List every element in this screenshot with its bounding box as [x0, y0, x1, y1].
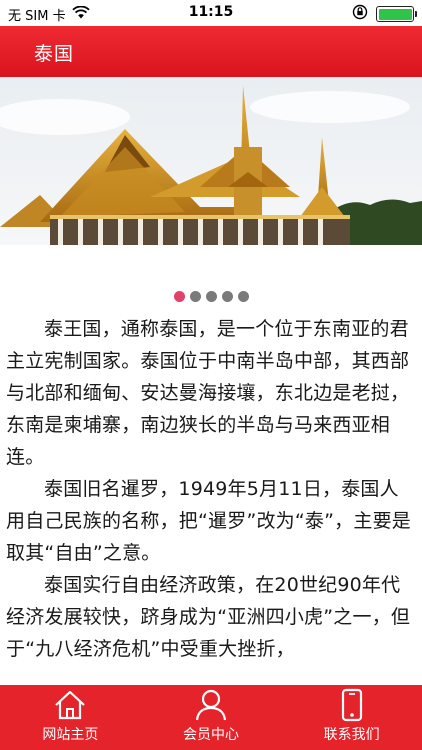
tab-home-label: 网站主页	[42, 727, 99, 743]
battery-level	[378, 8, 412, 20]
carousel-dot[interactable]	[237, 291, 249, 302]
status-bar: 无 SIM 卡 11:15	[0, 0, 422, 26]
page-title: 泰国	[34, 43, 75, 65]
phone-icon	[341, 688, 362, 722]
paragraph-history: 泰国旧名暹罗，1949年5月11日，泰国人用自己民族的名称，把“暹罗”改为“泰”…	[6, 478, 411, 564]
tab-member-label: 会员中心	[183, 727, 239, 743]
article-body: 泰王国，通称泰国，是一个位于东南亚的君主立宪制国家。泰国位于中南半岛中部，其西部…	[6, 313, 418, 665]
tab-contact-us[interactable]: 联系我们	[281, 685, 422, 750]
user-icon	[195, 689, 227, 721]
battery-icon	[376, 6, 417, 22]
banner-carousel[interactable]	[0, 77, 422, 245]
status-right	[352, 4, 417, 24]
paragraph-economy: 泰国实行自由经济政策，在20世纪90年代经济发展较快，跻身成为“亚洲四小虎”之一…	[6, 574, 411, 660]
tab-home[interactable]: 网站主页	[0, 685, 141, 750]
carousel-indicator	[0, 291, 422, 302]
tab-member-center[interactable]: 会员中心	[141, 685, 282, 750]
carousel-dot[interactable]	[205, 291, 217, 302]
app-header: 泰国	[0, 26, 422, 77]
home-icon	[55, 690, 86, 720]
tab-contact-label: 联系我们	[323, 727, 380, 743]
carousel-dot[interactable]	[173, 291, 185, 302]
carousel-dot[interactable]	[189, 291, 201, 302]
orientation-lock-icon	[352, 4, 368, 24]
temple-photo	[0, 77, 422, 245]
bottom-tab-bar: 网站主页 会员中心 联系我们	[0, 685, 422, 750]
paragraph-intro: 泰王国，通称泰国，是一个位于东南亚的君主立宪制国家。泰国位于中南半岛中部，其西部…	[6, 318, 410, 468]
carousel-dot[interactable]	[221, 291, 233, 302]
